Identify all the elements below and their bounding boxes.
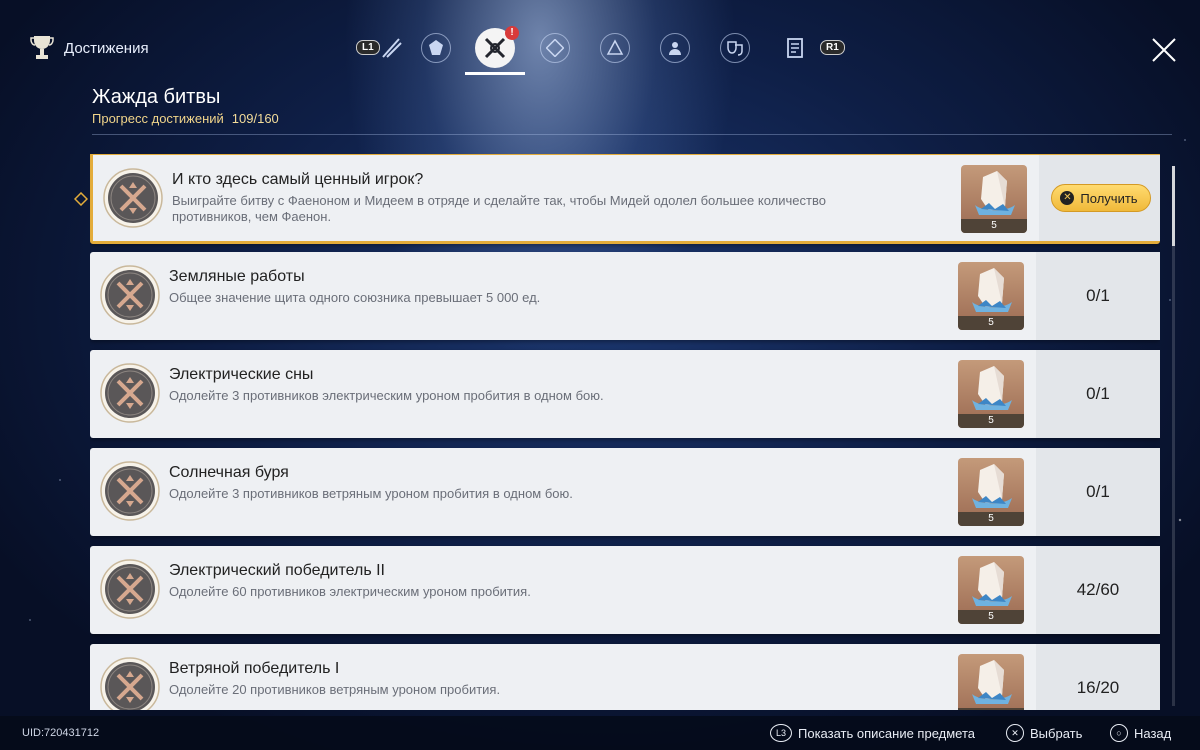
tab-triangle[interactable] (595, 28, 635, 68)
select-hint[interactable]: ✕ Выбрать (1006, 724, 1082, 742)
tab-character[interactable] (655, 28, 695, 68)
circle-button-icon: ○ (1110, 724, 1128, 742)
section-title: Жажда битвы (92, 86, 221, 108)
reward-item[interactable]: 5 (958, 262, 1024, 330)
swords-emblem-icon (382, 38, 402, 58)
progress-count: 0/1 (1086, 286, 1110, 305)
tab-masks[interactable] (715, 28, 755, 68)
bottom-bar: UID:720431712 L3 Показать описание предм… (0, 716, 1200, 750)
category-tabs: L1 R1 (350, 26, 850, 76)
achievement-title: Электрический победитель II (169, 562, 385, 579)
close-icon[interactable] (1148, 34, 1180, 66)
reward-quantity: 5 (961, 219, 1027, 233)
l3-button-icon: L3 (770, 724, 792, 742)
triangle-emblem-icon (606, 39, 624, 55)
claim-label: Получить (1080, 190, 1138, 206)
cross-button-icon: ✕ (1060, 191, 1075, 205)
achievement-row[interactable]: Электрические сны Одолейте 3 противников… (90, 350, 1160, 438)
achievement-row[interactable]: Электрический победитель II Одолейте 60 … (90, 546, 1160, 634)
reward-item[interactable]: 5 (958, 654, 1024, 710)
achievement-description: Общее значение щита одного союзника прев… (169, 290, 541, 305)
reward-item[interactable]: 5 (958, 458, 1024, 526)
achievement-description: Одолейте 3 противников ветряным уроном п… (169, 486, 573, 501)
achievement-description: Выиграйте битву с Фаеноном и Мидеем в от… (172, 193, 826, 224)
reward-quantity: 5 (958, 708, 1024, 710)
reward-item[interactable]: 5 (958, 360, 1024, 428)
show-description-label: Показать описание предмета (798, 725, 975, 741)
trophy-icon (30, 36, 54, 59)
achievement-row[interactable]: И кто здесь самый ценный игрок? Выиграйт… (90, 154, 1160, 244)
achievement-title: Земляные работы (169, 268, 305, 285)
achievement-medal-icon (100, 363, 160, 423)
achievement-row[interactable]: Ветряной победитель I Одолейте 20 против… (90, 644, 1160, 710)
achievement-medal-icon (103, 168, 163, 228)
achievement-description: Одолейте 60 противников электрическим ур… (169, 584, 531, 599)
crest-icon (429, 40, 443, 55)
progress-value: 109/160 (231, 111, 279, 126)
active-tab-indicator (465, 72, 525, 75)
app-title: Достижения (64, 40, 149, 57)
progress-count: 16/20 (1076, 678, 1120, 697)
selection-cursor-icon (74, 192, 88, 206)
achievement-row[interactable]: Земляные работы Общее значение щита одно… (90, 252, 1160, 340)
reward-item[interactable]: 5 (961, 165, 1027, 233)
achievement-title: Электрические сны (169, 366, 314, 383)
crystal-reward-icon (972, 464, 1012, 508)
list-scrollbar[interactable] (1172, 166, 1175, 706)
character-emblem-icon (669, 42, 681, 55)
status-panel: 42/60 (1036, 546, 1160, 634)
crystal-reward-icon (972, 562, 1012, 606)
achievement-list: И кто здесь самый ценный игрок? Выиграйт… (90, 154, 1160, 710)
crystal-reward-icon (972, 366, 1012, 410)
crystal-reward-icon (972, 660, 1012, 704)
reward-quantity: 5 (958, 414, 1024, 428)
claim-button[interactable]: ✕ Получить (1051, 184, 1151, 212)
progress-count: 0/1 (1086, 384, 1110, 403)
notebook-icon (787, 38, 803, 58)
achievement-row[interactable]: Солнечная буря Одолейте 3 противников ве… (90, 448, 1160, 536)
achievement-description: Одолейте 3 противников электрическим уро… (169, 388, 604, 403)
tab-notebook[interactable] (775, 28, 815, 68)
user-uid: UID:720431712 (22, 727, 100, 739)
achievement-progress: Прогресс достижений 109/160 (92, 111, 279, 126)
achievement-description: Одолейте 20 противников ветряным уроном … (169, 682, 501, 697)
achievement-title: Солнечная буря (169, 464, 289, 481)
reward-item[interactable]: 5 (958, 556, 1024, 624)
achievement-medal-icon (100, 461, 160, 521)
show-description-hint[interactable]: L3 Показать описание предмета (770, 724, 975, 742)
status-panel: 0/1 (1036, 350, 1160, 438)
reward-quantity: 5 (958, 610, 1024, 624)
cross-button-icon: ✕ (1006, 724, 1024, 742)
progress-count: 42/60 (1076, 580, 1120, 599)
crystal-reward-icon (975, 171, 1015, 215)
progress-count: 0/1 (1086, 482, 1110, 501)
status-panel: 16/20 (1036, 644, 1160, 710)
achievement-medal-icon (100, 265, 160, 325)
tab-star-frame[interactable] (535, 28, 575, 68)
status-panel: ✕ Получить (1039, 155, 1160, 241)
status-panel: 0/1 (1036, 448, 1160, 536)
top-bar: Достижения L1 R1 ! (0, 0, 1200, 80)
r1-hint: R1 (820, 40, 845, 55)
back-hint[interactable]: ○ Назад (1110, 724, 1171, 742)
reward-quantity: 5 (958, 512, 1024, 526)
reward-quantity: 5 (958, 316, 1024, 330)
crystal-reward-icon (972, 268, 1012, 312)
select-label: Выбрать (1030, 725, 1083, 741)
masks-icon (727, 41, 743, 56)
achievement-title: Ветряной победитель I (169, 660, 340, 677)
header-divider (92, 134, 1172, 135)
progress-label: Прогресс достижений (92, 111, 224, 126)
scrollbar-thumb[interactable] (1172, 166, 1175, 246)
achievement-medal-icon (100, 559, 160, 619)
new-badge: ! (505, 26, 519, 40)
star-frame-icon (546, 39, 564, 57)
back-label: Назад (1134, 725, 1172, 741)
battle-crossed-swords-icon (484, 37, 506, 59)
status-panel: 0/1 (1036, 252, 1160, 340)
tab-crest[interactable] (416, 28, 456, 68)
achievement-medal-icon (100, 657, 160, 710)
achievement-title: И кто здесь самый ценный игрок? (172, 171, 424, 188)
tab-swords[interactable] (372, 28, 412, 68)
